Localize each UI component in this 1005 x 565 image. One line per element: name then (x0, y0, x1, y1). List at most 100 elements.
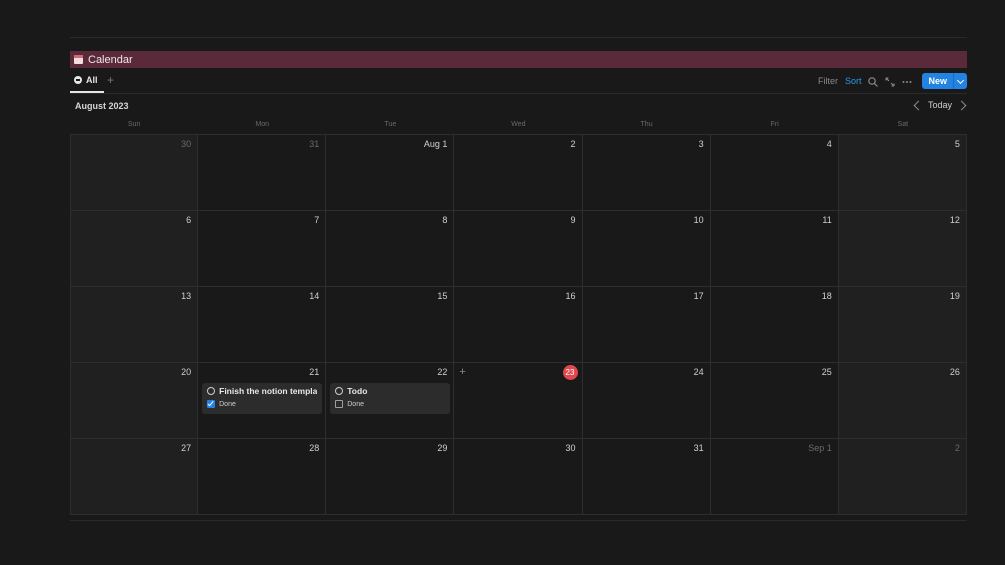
done-checkbox[interactable] (335, 400, 344, 408)
today-badge: 23 (562, 365, 578, 380)
day-number: 29 (437, 443, 448, 453)
calendar-day[interactable]: 5 (838, 135, 967, 210)
calendar-day[interactable]: 29 (326, 439, 455, 514)
calendar-day[interactable]: 17 (582, 287, 711, 362)
day-number: 24 (693, 367, 704, 377)
calendar-day[interactable]: 30 (454, 439, 583, 514)
day-number: 11 (822, 215, 832, 225)
day-number: 3 (698, 139, 704, 149)
calendar-day[interactable]: 27 (70, 439, 199, 514)
weekday-label: Fri (770, 121, 779, 128)
sort-button[interactable]: Sort (845, 76, 862, 86)
calendar-week: 20 21 Finish the notion templa... Done 2… (70, 363, 967, 439)
weekday-label: Wed (511, 121, 526, 128)
day-number: 7 (314, 215, 320, 225)
calendar-day[interactable]: 11 (710, 211, 839, 286)
new-button[interactable]: New (922, 73, 953, 89)
calendar-day[interactable]: 3 (582, 135, 711, 210)
add-view-icon[interactable]: + (107, 73, 114, 87)
chevron-down-icon[interactable] (953, 73, 967, 89)
weekday-label: Thu (640, 121, 653, 128)
event-card[interactable]: Finish the notion templa... Done (202, 383, 323, 414)
calendar-day[interactable]: 4 (710, 135, 839, 210)
today-button[interactable]: Today (928, 100, 952, 110)
calendar-week: 30 31 Aug 1 2 3 4 5 (70, 135, 967, 211)
day-number: 14 (309, 291, 320, 301)
calendar-day[interactable]: 2 (454, 135, 583, 210)
tab-all[interactable]: All (74, 75, 98, 85)
calendar-day[interactable]: Aug 1 (326, 135, 455, 210)
day-number: 18 (821, 291, 832, 301)
calendar-day[interactable]: 31 (198, 135, 327, 210)
calendar-grid: 30 31 Aug 1 2 3 4 5 6 7 8 9 10 11 12 13 … (70, 134, 967, 515)
chevron-left-icon[interactable] (913, 100, 924, 110)
calendar-day[interactable]: 13 (70, 287, 199, 362)
day-number: 27 (181, 443, 192, 453)
weekday-label: Mon (255, 121, 269, 128)
toolbar-divider (70, 93, 967, 94)
day-number: Sep 1 (808, 443, 832, 453)
calendar-day[interactable]: 28 (198, 439, 327, 514)
day-number: 21 (309, 367, 320, 377)
weekday-header: Sun Mon Tue Wed Thu Fri Sat (70, 121, 967, 131)
add-event-icon[interactable]: + (459, 366, 465, 378)
database-title-bar: Calendar (70, 51, 967, 68)
calendar-day[interactable]: Sep 1 (710, 439, 839, 514)
calendar-day[interactable]: 20 (70, 363, 199, 438)
day-number: 13 (181, 291, 192, 301)
calendar-navigation: Today (913, 100, 967, 110)
day-number: 30 (181, 139, 192, 149)
calendar-day[interactable]: 6 (70, 211, 199, 286)
search-icon[interactable] (867, 75, 879, 87)
day-number: 8 (442, 215, 448, 225)
calendar-day[interactable]: 19 (838, 287, 967, 362)
done-checkbox[interactable] (207, 400, 216, 408)
day-number: 20 (181, 367, 192, 377)
calendar-day[interactable]: 26 (838, 363, 967, 438)
calendar-day[interactable]: 2 (838, 439, 967, 514)
more-options-icon[interactable] (901, 75, 913, 87)
top-divider (70, 37, 967, 38)
new-button-group: New (922, 73, 967, 89)
expand-icon[interactable] (884, 75, 896, 87)
calendar-day[interactable]: 25 (710, 363, 839, 438)
calendar-day[interactable]: 30 (70, 135, 199, 210)
calendar-day[interactable]: 7 (198, 211, 327, 286)
calendar-day[interactable]: 31 (582, 439, 711, 514)
view-toolbar: All + Filter Sort New (70, 72, 967, 93)
event-title-row: Todo (335, 386, 445, 396)
event-property: Done (335, 400, 445, 408)
calendar-day[interactable]: 15 (326, 287, 455, 362)
day-number: 2 (570, 139, 576, 149)
day-number: 31 (309, 139, 320, 149)
event-title-row: Finish the notion templa... (207, 386, 317, 396)
event-title: Todo (347, 386, 368, 396)
day-number: 2 (954, 443, 960, 453)
day-number: 4 (826, 139, 832, 149)
calendar-day[interactable]: 10 (582, 211, 711, 286)
calendar-icon (74, 55, 83, 64)
chevron-right-icon[interactable] (956, 100, 967, 110)
calendar-day[interactable]: 18 (710, 287, 839, 362)
day-number: 12 (949, 215, 960, 225)
page-title[interactable]: Calendar (88, 54, 133, 66)
calendar-week: 6 7 8 9 10 11 12 (70, 211, 967, 287)
event-property: Done (207, 400, 317, 408)
day-number: 26 (949, 367, 960, 377)
calendar-day[interactable]: 22 Todo Done (326, 363, 455, 438)
event-title: Finish the notion templa... (219, 386, 318, 396)
calendar-day[interactable]: 12 (838, 211, 967, 286)
calendar-day[interactable]: 8 (326, 211, 455, 286)
calendar-week: 13 14 15 16 17 18 19 (70, 287, 967, 363)
event-card[interactable]: Todo Done (330, 383, 451, 414)
calendar-day[interactable]: 16 (454, 287, 583, 362)
calendar-day[interactable]: 21 Finish the notion templa... Done (198, 363, 327, 438)
property-label: Done (219, 400, 236, 408)
filter-button[interactable]: Filter (818, 76, 838, 86)
calendar-day[interactable]: 24 (582, 363, 711, 438)
calendar-day[interactable]: 14 (198, 287, 327, 362)
day-number: Aug 1 (423, 139, 448, 149)
day-number: 10 (693, 215, 704, 225)
calendar-day-today[interactable]: + 23 (454, 363, 583, 438)
calendar-day[interactable]: 9 (454, 211, 583, 286)
